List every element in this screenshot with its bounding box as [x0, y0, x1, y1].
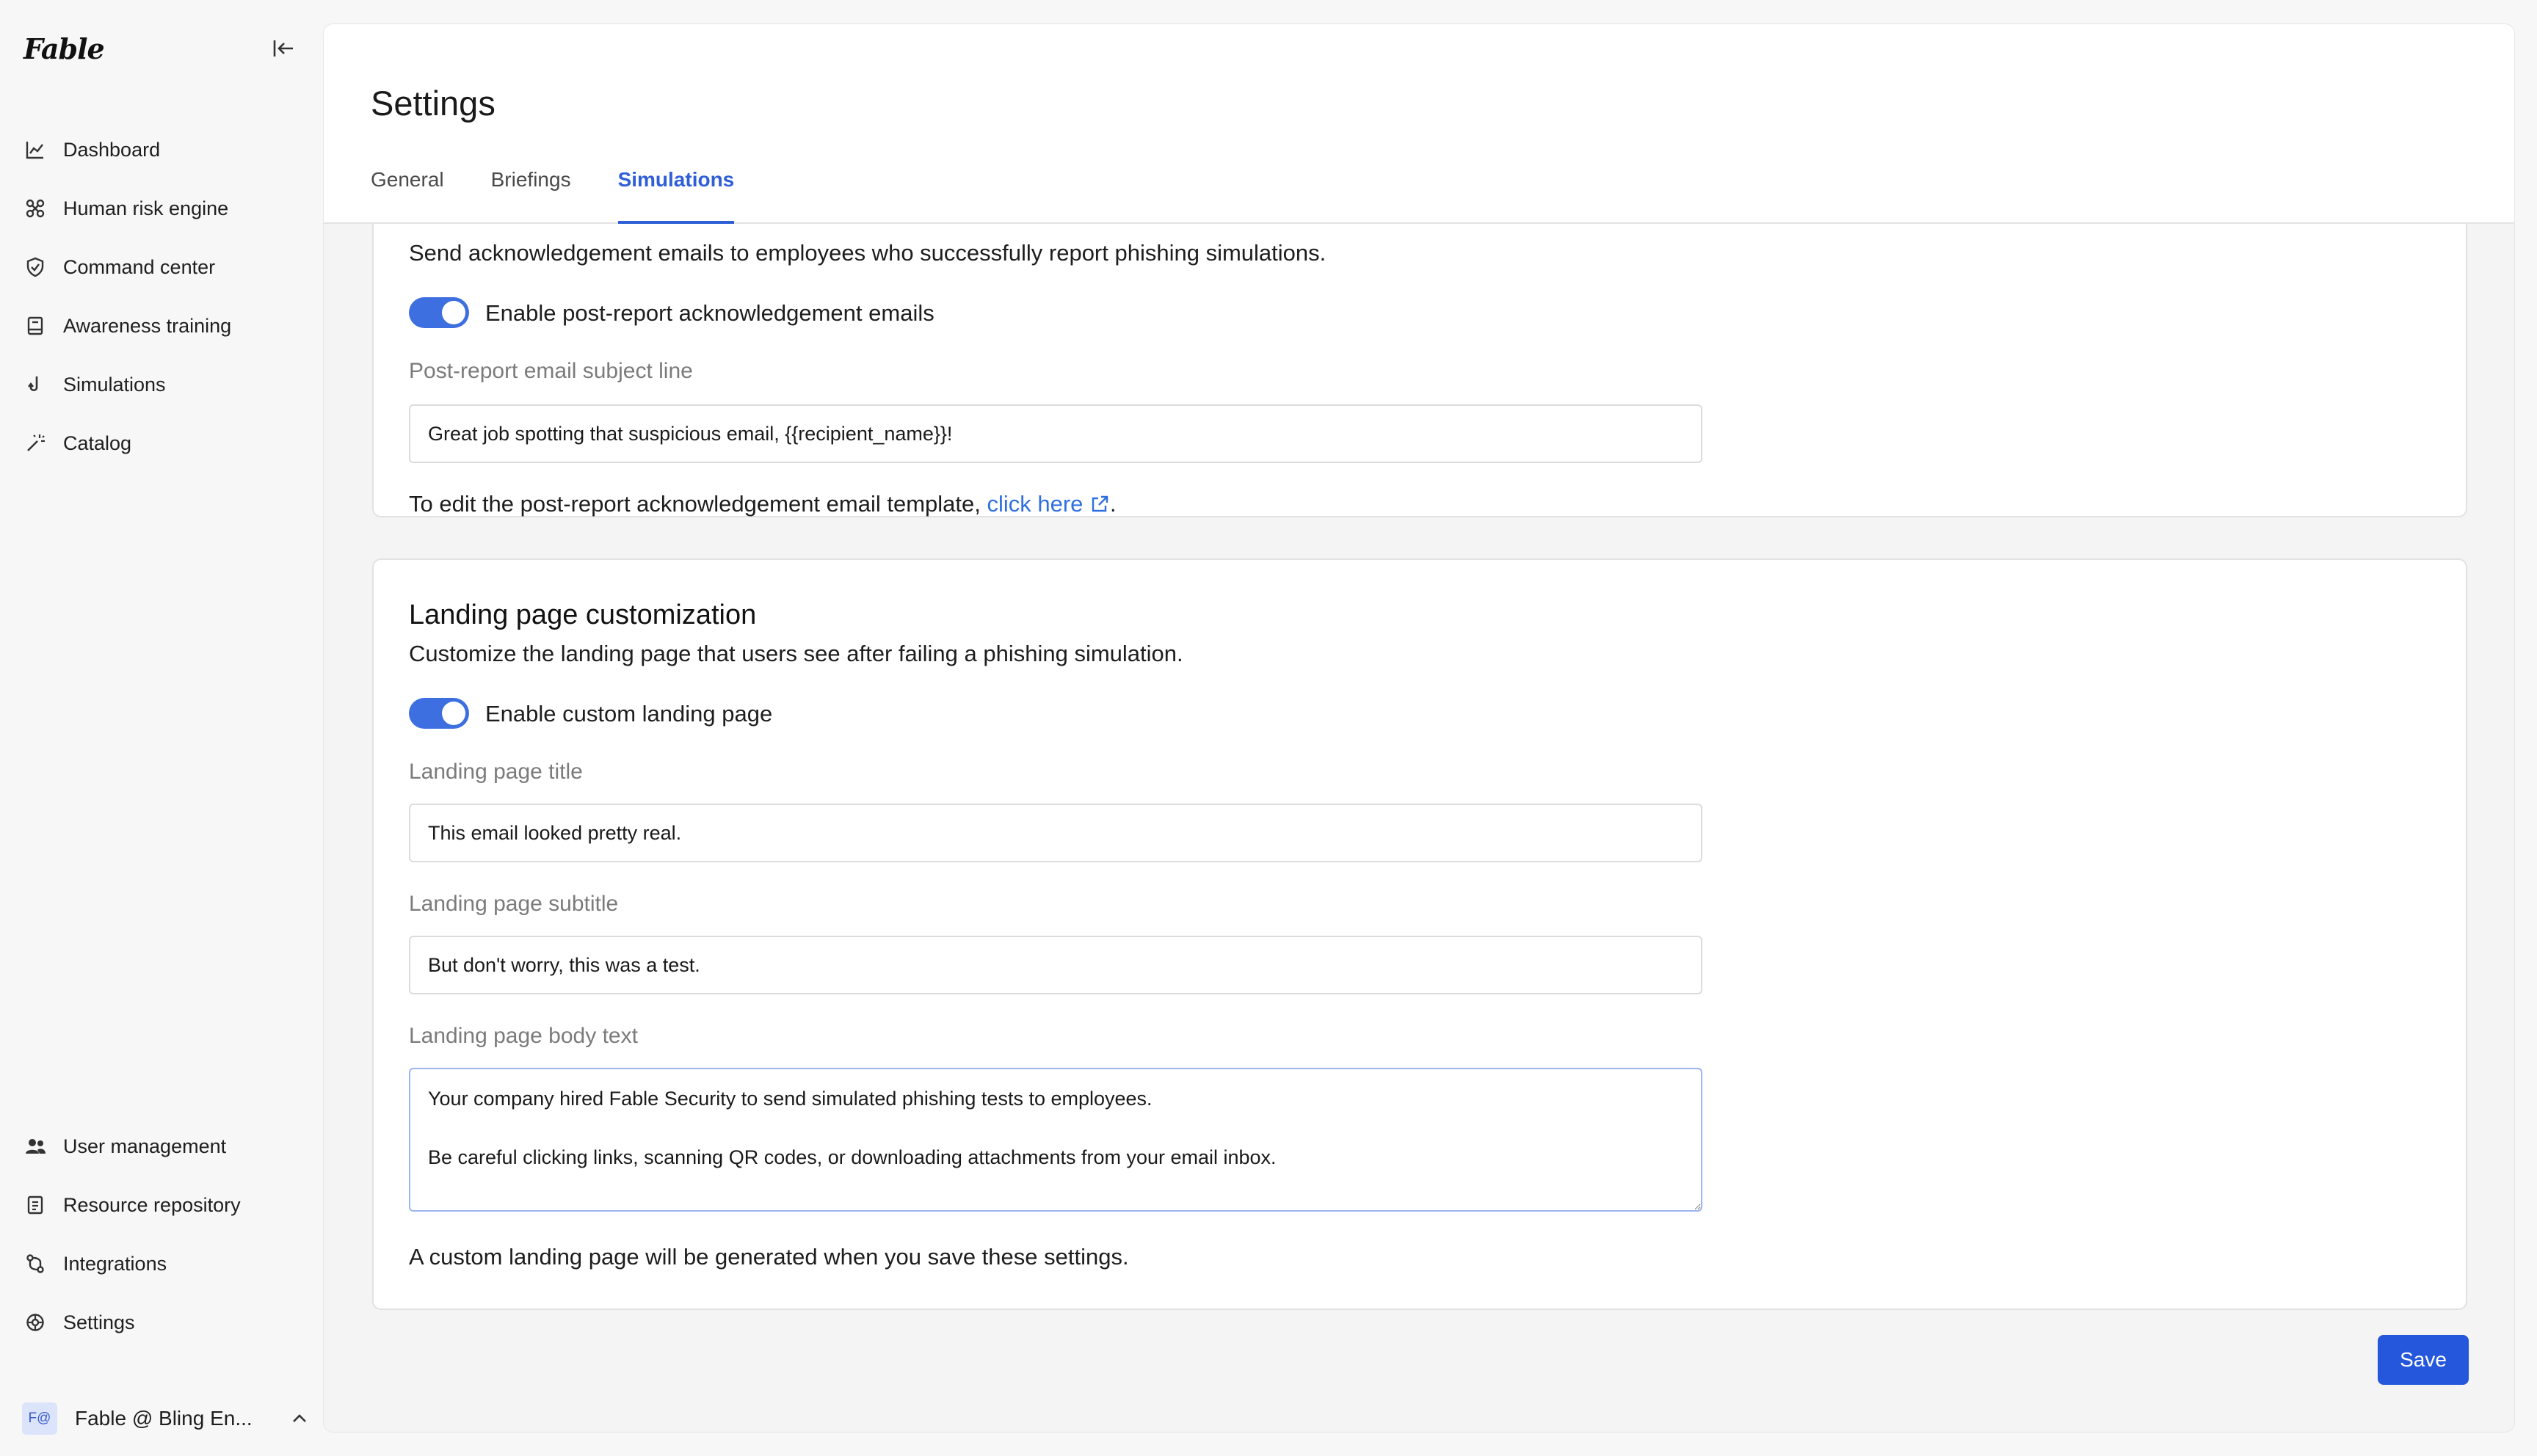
primary-nav: Dashboard Human risk engine Command cent…	[0, 120, 323, 473]
acknowledgement-description: Send acknowledgement emails to employees…	[409, 240, 1326, 266]
git-compare-icon	[23, 1252, 47, 1275]
tab-general[interactable]: General	[371, 168, 444, 224]
network-icon	[23, 197, 47, 220]
landing-subtitle-label: Landing page subtitle	[409, 892, 619, 916]
subject-line-label: Post-report email subject line	[409, 359, 693, 383]
account-name: Fable @ Bling En...	[75, 1407, 253, 1430]
acknowledgement-card: Send acknowledgement emails to employees…	[372, 200, 2467, 517]
chart-line-icon	[23, 138, 47, 161]
sidebar-item-label: Human risk engine	[63, 197, 229, 219]
template-link-text: click here	[987, 491, 1084, 517]
landing-body-label: Landing page body text	[409, 1024, 638, 1048]
hook-icon	[23, 373, 47, 396]
book-icon	[23, 314, 47, 338]
sidebar-item-label: Settings	[63, 1311, 135, 1333]
landing-footer-note: A custom landing page will be generated …	[409, 1244, 1129, 1270]
tab-simulations[interactable]: Simulations	[617, 168, 734, 224]
template-note-text: To edit the post-report acknowledgement …	[409, 491, 987, 517]
sidebar-item-label: Resource repository	[63, 1193, 241, 1216]
sidebar-item-label: User management	[63, 1135, 227, 1157]
sidebar-item-label: Awareness training	[63, 314, 232, 337]
template-note: To edit the post-report acknowledgement …	[409, 491, 1117, 517]
acknowledgement-toggle-label: Enable post-report acknowledgement email…	[485, 300, 934, 326]
landing-title-input[interactable]	[409, 804, 1702, 862]
page-title: Settings	[371, 84, 496, 123]
external-link-icon	[1092, 495, 1108, 512]
sidebar-item-human-risk-engine[interactable]: Human risk engine	[0, 179, 323, 238]
sidebar-item-catalog[interactable]: Catalog	[0, 414, 323, 473]
landing-title-label: Landing page title	[409, 760, 583, 784]
landing-body-textarea[interactable]: Your company hired Fable Security to sen…	[409, 1068, 1702, 1212]
sidebar-item-dashboard[interactable]: Dashboard	[0, 120, 323, 179]
sidebar-item-label: Simulations	[63, 373, 166, 396]
landing-page-card: Landing page customization Customize the…	[372, 558, 2467, 1310]
settings-tabs: General Briefings Simulations	[371, 168, 781, 224]
tab-briefings[interactable]: Briefings	[491, 168, 571, 224]
sidebar-item-label: Catalog	[63, 432, 132, 454]
sidebar-item-settings[interactable]: Settings	[0, 1293, 323, 1352]
landing-subtitle-input[interactable]	[409, 936, 1702, 994]
template-link[interactable]: click here	[987, 491, 1110, 517]
gear-icon	[23, 1311, 47, 1334]
collapse-sidebar-button[interactable]	[270, 35, 297, 62]
landing-section-title: Landing page customization	[409, 600, 757, 630]
users-icon	[23, 1135, 47, 1158]
avatar: F@	[22, 1402, 57, 1435]
main-panel: Send acknowledgement emails to employees…	[323, 23, 2515, 1433]
collapse-icon	[273, 40, 293, 57]
sidebar-item-command-center[interactable]: Command center	[0, 238, 323, 296]
acknowledgement-toggle[interactable]	[409, 297, 469, 328]
settings-header: Settings General Briefings Simulations	[324, 24, 2514, 224]
document-icon	[23, 1193, 47, 1217]
wand-icon	[23, 432, 47, 455]
subject-line-input[interactable]	[409, 404, 1702, 463]
sidebar-item-user-management[interactable]: User management	[0, 1117, 323, 1176]
toggle-knob	[442, 702, 465, 725]
fable-logo[interactable]: Fable	[23, 32, 105, 65]
template-note-suffix: .	[1110, 491, 1117, 517]
shield-check-icon	[23, 255, 47, 279]
sidebar-item-simulations[interactable]: Simulations	[0, 355, 323, 414]
sidebar-item-integrations[interactable]: Integrations	[0, 1234, 323, 1293]
sidebar-item-resource-repository[interactable]: Resource repository	[0, 1176, 323, 1234]
sidebar-item-label: Integrations	[63, 1252, 167, 1275]
secondary-nav: User management Resource repository Inte…	[0, 1117, 323, 1352]
toggle-knob	[442, 301, 465, 324]
landing-description: Customize the landing page that users se…	[409, 641, 1183, 666]
chevron-up-icon	[293, 1414, 306, 1422]
sidebar-item-awareness-training[interactable]: Awareness training	[0, 296, 323, 355]
sidebar-item-label: Command center	[63, 255, 216, 278]
save-button[interactable]: Save	[2378, 1335, 2469, 1385]
landing-toggle-label: Enable custom landing page	[485, 701, 773, 727]
landing-toggle[interactable]	[409, 698, 469, 729]
account-switcher[interactable]: F@ Fable @ Bling En...	[22, 1400, 308, 1437]
sidebar-item-label: Dashboard	[63, 138, 161, 161]
sidebar: Fable Dashboard Human risk engine Comman…	[0, 0, 323, 1456]
